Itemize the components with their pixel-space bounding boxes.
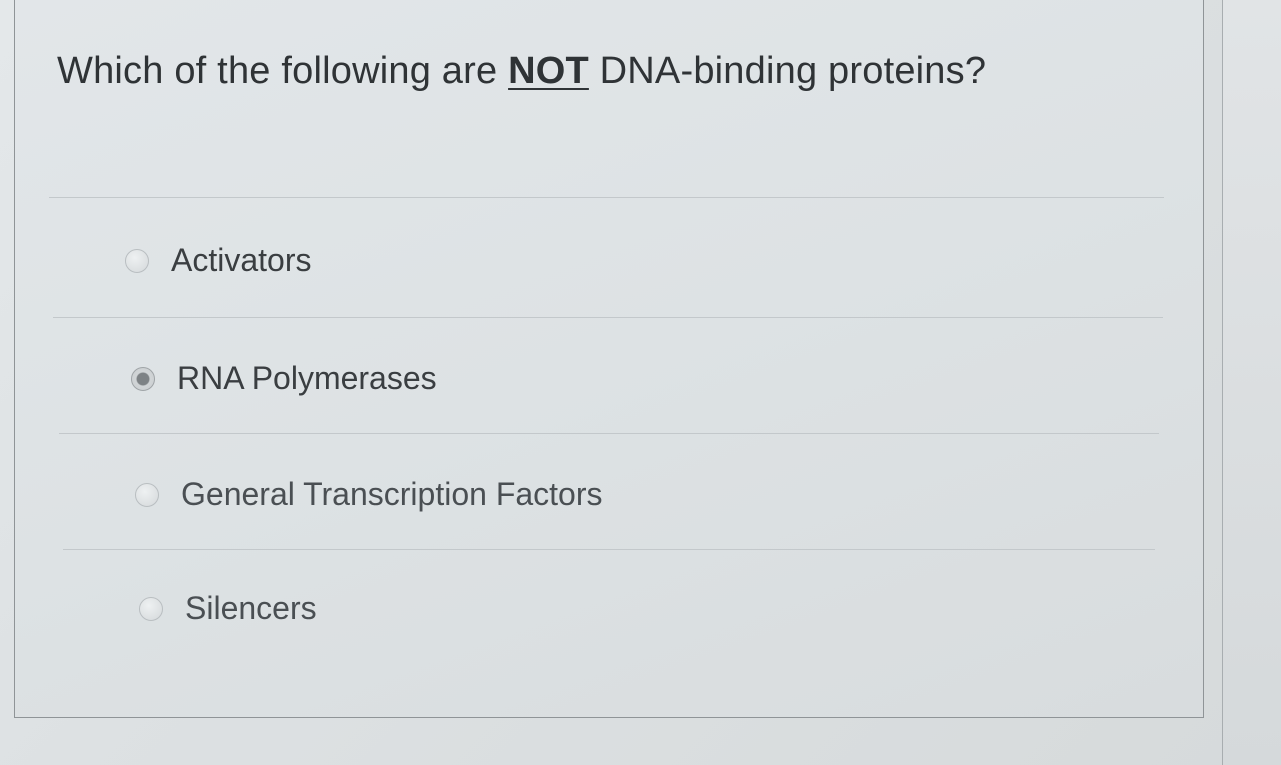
divider <box>49 197 1164 198</box>
option-label: General Transcription Factors <box>181 476 603 512</box>
option-activators[interactable]: Activators <box>125 242 311 279</box>
question-panel: Which of the following are NOT DNA-bindi… <box>14 0 1204 718</box>
radio-activators[interactable] <box>125 248 149 273</box>
radio-silencers[interactable] <box>139 596 163 621</box>
option-general-transcription-factors[interactable]: General Transcription Factors <box>135 476 603 513</box>
radio-general-transcription-factors[interactable] <box>135 482 159 507</box>
divider <box>59 433 1159 434</box>
divider <box>63 549 1155 550</box>
option-rna-polymerases[interactable]: RNA Polymerases <box>131 360 437 397</box>
option-label: Activators <box>171 242 312 278</box>
question-text: Which of the following are NOT DNA-bindi… <box>57 50 986 93</box>
question-suffix: DNA-binding proteins? <box>588 50 987 92</box>
question-emphasis: NOT <box>508 50 589 92</box>
divider <box>53 317 1163 318</box>
option-label: RNA Polymerases <box>177 360 437 396</box>
option-silencers[interactable]: Silencers <box>139 590 317 627</box>
radio-rna-polymerases[interactable] <box>131 366 155 391</box>
side-panel <box>1222 0 1281 765</box>
question-prefix: Which of the following are <box>57 50 509 92</box>
option-label: Silencers <box>185 590 317 626</box>
